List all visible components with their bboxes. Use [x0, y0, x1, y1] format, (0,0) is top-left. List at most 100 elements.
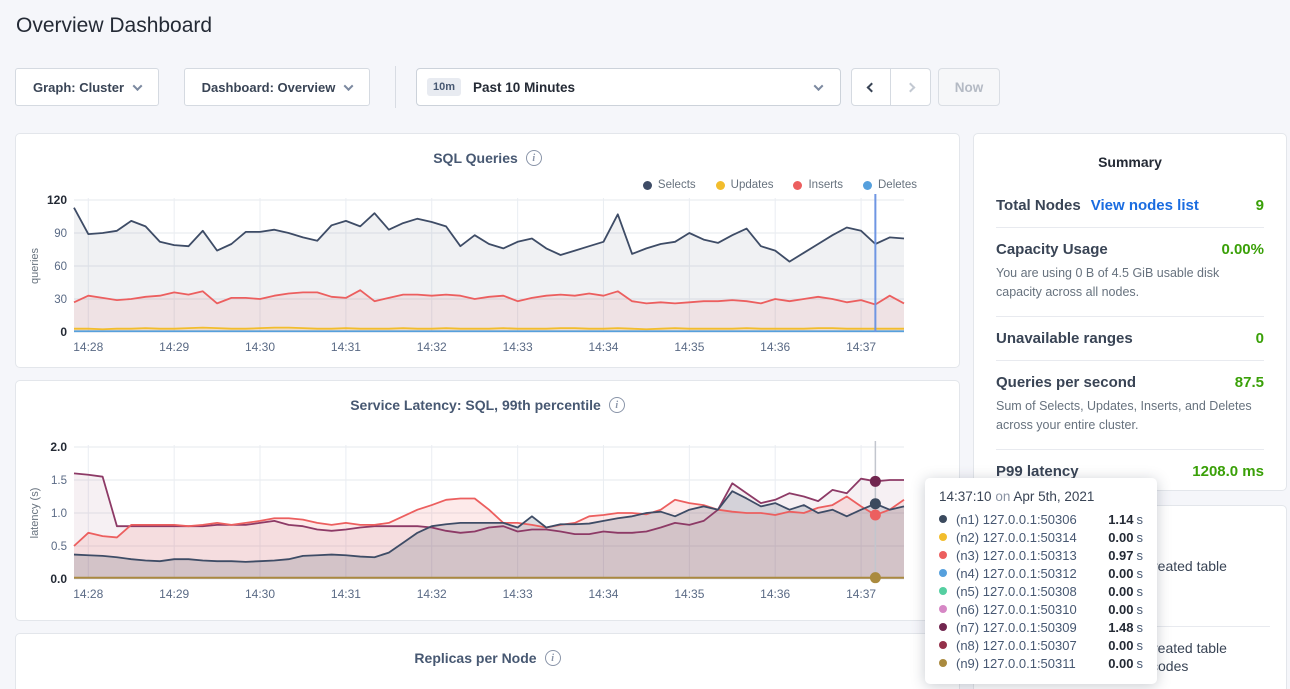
capacity-usage-label: Capacity Usage: [996, 241, 1108, 258]
tooltip-timestamp: 14:37:10 on Apr 5th, 2021: [939, 489, 1143, 504]
time-nav-arrows: [851, 68, 931, 106]
svg-text:14:37: 14:37: [846, 587, 876, 601]
now-button[interactable]: Now: [938, 68, 1000, 106]
info-icon[interactable]: i: [526, 150, 542, 166]
tooltip-row: (n1) 127.0.0.1:50306 1.14 s: [939, 510, 1143, 528]
info-icon[interactable]: i: [609, 397, 625, 413]
svg-text:0: 0: [60, 325, 67, 339]
tooltip-node-name: (n2) 127.0.0.1:50314: [956, 530, 1077, 545]
tooltip-row: (n8) 127.0.0.1:503070.00s: [939, 636, 1143, 654]
tooltip-row: (n5) 127.0.0.1:503080.00s: [939, 582, 1143, 600]
sql-queries-title: SQL Queries: [433, 150, 518, 166]
legend-label: Selects: [658, 179, 696, 191]
legend-item-deletes[interactable]: Deletes: [863, 179, 917, 191]
svg-text:30: 30: [54, 294, 67, 306]
p99-latency-label: P99 latency: [996, 463, 1079, 480]
series-color-dot-icon: [939, 641, 947, 649]
replicas-per-node-title: Replicas per Node: [414, 650, 536, 666]
page-title: Overview Dashboard: [16, 14, 212, 38]
tooltip-row: (n9) 127.0.0.1:503110.00s: [939, 654, 1143, 672]
legend-item-selects[interactable]: Selects: [643, 179, 696, 191]
svg-text:60: 60: [54, 261, 67, 273]
legend-dot-icon: [793, 181, 802, 190]
tooltip-node-unit: s: [1137, 566, 1144, 581]
svg-text:14:36: 14:36: [760, 340, 790, 354]
service-latency-chart[interactable]: 14:2814:2914:3014:3114:3214:3314:3414:35…: [26, 439, 916, 605]
tooltip-node-unit: s: [1137, 584, 1144, 599]
graph-dropdown[interactable]: Graph: Cluster: [15, 68, 159, 106]
unavailable-ranges-label: Unavailable ranges: [996, 330, 1133, 347]
tooltip-node-unit: s: [1137, 548, 1144, 563]
replicas-per-node-card: Replicas per Node i: [15, 633, 960, 689]
tooltip-node-name: (n4) 127.0.0.1:50312: [956, 566, 1077, 581]
tooltip-node-name: (n8) 127.0.0.1:50307: [956, 638, 1077, 653]
svg-text:latency (s): latency (s): [29, 488, 41, 539]
info-icon[interactable]: i: [545, 650, 561, 666]
svg-text:14:35: 14:35: [674, 587, 704, 601]
qps-desc: Sum of Selects, Updates, Inserts, and De…: [996, 397, 1264, 436]
svg-text:14:30: 14:30: [245, 587, 275, 601]
summary-title: Summary: [974, 134, 1286, 170]
tooltip-node-value: 0.00: [1108, 638, 1133, 653]
tooltip-node-name: (n5) 127.0.0.1:50308: [956, 584, 1077, 599]
p99-latency-value: 1208.0 ms: [1192, 463, 1264, 480]
time-prev-button[interactable]: [851, 68, 891, 106]
series-color-dot-icon: [939, 533, 947, 541]
legend-item-updates[interactable]: Updates: [716, 179, 774, 191]
tooltip-row: (n2) 127.0.0.1:503140.00s: [939, 528, 1143, 546]
chevron-right-icon: [906, 82, 916, 92]
summary-row-qps: Queries per second 87.5 Sum of Selects, …: [996, 361, 1264, 450]
legend-label: Deletes: [878, 179, 917, 191]
svg-text:14:37: 14:37: [846, 340, 876, 354]
svg-text:14:31: 14:31: [331, 340, 361, 354]
svg-text:14:33: 14:33: [503, 587, 533, 601]
service-latency-card: Service Latency: SQL, 99th percentile i …: [15, 380, 960, 621]
toolbar-divider: [395, 66, 396, 108]
tooltip-node-value: 1.14: [1108, 512, 1133, 527]
dashboard-dropdown[interactable]: Dashboard: Overview: [184, 68, 370, 106]
chevron-down-icon: [814, 81, 824, 91]
legend-label: Updates: [731, 179, 774, 191]
series-color-dot-icon: [939, 623, 947, 631]
svg-text:0.0: 0.0: [50, 572, 67, 586]
view-nodes-list-link[interactable]: View nodes list: [1091, 197, 1199, 214]
series-color-dot-icon: [939, 515, 947, 523]
unavailable-ranges-value: 0: [1256, 330, 1264, 347]
svg-text:14:28: 14:28: [73, 340, 103, 354]
summary-row-capacity: Capacity Usage 0.00% You are using 0 B o…: [996, 228, 1264, 317]
series-color-dot-icon: [939, 551, 947, 559]
overview-dashboard-page: Overview Dashboard Graph: Cluster Dashbo…: [0, 0, 1290, 689]
summary-panel: Summary Total Nodes View nodes list 9 Ca…: [973, 133, 1287, 491]
svg-text:1.5: 1.5: [51, 475, 67, 487]
tooltip-node-value: 0.00: [1108, 530, 1133, 545]
summary-row-unavailable: Unavailable ranges 0: [996, 317, 1264, 361]
sql-queries-chart[interactable]: 14:2814:2914:3014:3114:3214:3314:3414:35…: [26, 192, 916, 358]
svg-text:14:33: 14:33: [503, 340, 533, 354]
legend-item-inserts[interactable]: Inserts: [793, 179, 843, 191]
tooltip-node-name: (n9) 127.0.0.1:50311: [956, 656, 1076, 671]
tooltip-row: (n4) 127.0.0.1:503120.00s: [939, 564, 1143, 582]
series-color-dot-icon: [939, 605, 947, 613]
qps-value: 87.5: [1235, 374, 1264, 391]
svg-text:0.5: 0.5: [51, 541, 67, 553]
event-item[interactable]: created table: [1146, 640, 1227, 656]
tooltip-node-unit: s: [1137, 620, 1144, 635]
svg-text:14:35: 14:35: [674, 340, 704, 354]
tooltip-node-name: (n7) 127.0.0.1:50309: [956, 620, 1077, 635]
time-next-button[interactable]: [891, 68, 931, 106]
svg-text:14:32: 14:32: [417, 587, 447, 601]
tooltip-node-value: 0.00: [1108, 656, 1133, 671]
time-range-picker[interactable]: 10m Past 10 Minutes: [416, 68, 841, 106]
dashboard-dropdown-label: Dashboard: Overview: [202, 80, 336, 95]
tooltip-node-unit: s: [1137, 602, 1144, 617]
qps-label: Queries per second: [996, 374, 1136, 391]
tooltip-row: (n6) 127.0.0.1:503100.00s: [939, 600, 1143, 618]
event-item[interactable]: created table: [1146, 558, 1227, 574]
svg-text:14:34: 14:34: [588, 340, 618, 354]
tooltip-node-name: (n6) 127.0.0.1:50310: [956, 602, 1077, 617]
tooltip-node-unit: s: [1137, 512, 1144, 527]
tooltip-node-value: 0.97: [1108, 548, 1133, 563]
tooltip-node-name: (n1) 127.0.0.1:50306: [956, 512, 1077, 527]
svg-text:14:30: 14:30: [245, 340, 275, 354]
tooltip-node-name: (n3) 127.0.0.1:50313: [956, 548, 1077, 563]
